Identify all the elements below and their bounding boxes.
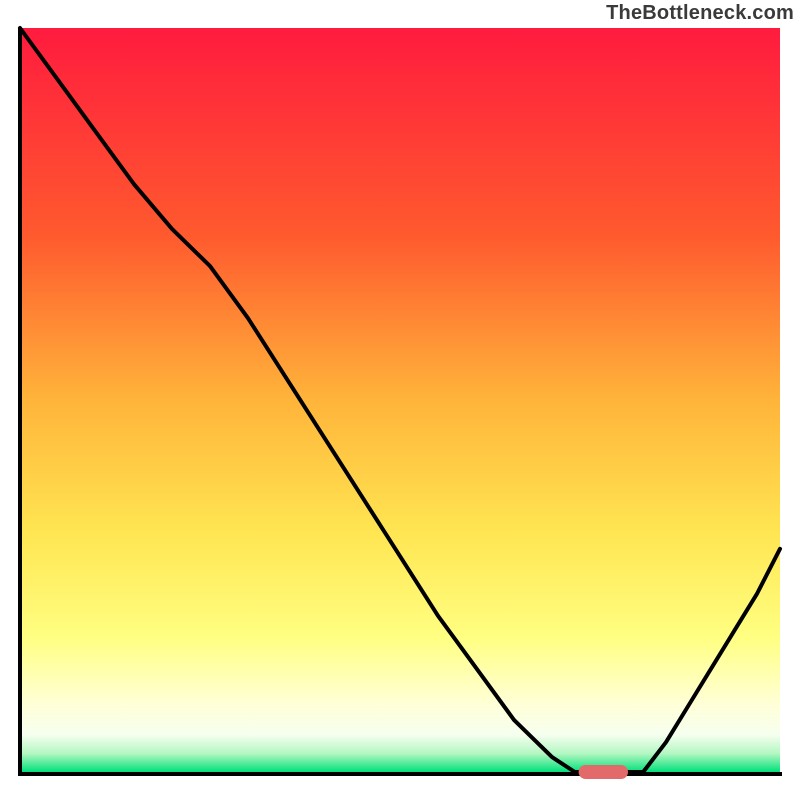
- bottleneck-chart: [0, 0, 800, 800]
- plot-background: [20, 28, 780, 772]
- optimal-marker: [579, 765, 628, 779]
- chart-container: TheBottleneck.com: [0, 0, 800, 800]
